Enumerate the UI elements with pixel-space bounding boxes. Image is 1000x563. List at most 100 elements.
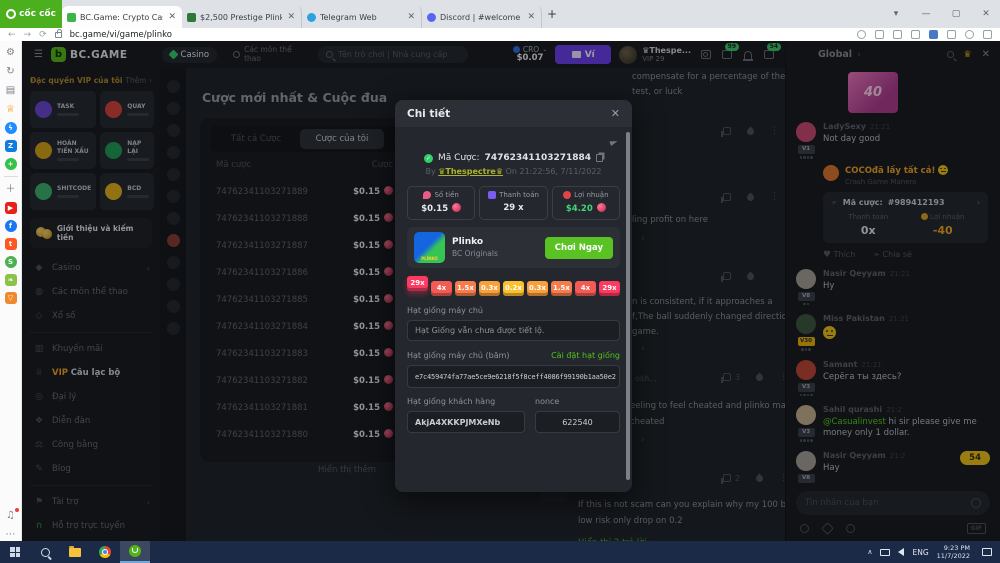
currency-selector[interactable]: CRO ⌄ $0.07 [512,45,547,64]
reading-list-icon[interactable]: ▤ [4,84,17,97]
attach-icon[interactable] [846,523,855,533]
chevron-right-icon[interactable]: › [857,50,861,60]
extension-icon[interactable] [929,30,938,39]
tab-close-icon[interactable]: ✕ [167,12,177,22]
chat-channel-label[interactable]: Global [818,49,852,60]
bcgame-logo[interactable]: b BC.GAME [50,47,128,62]
profile-icon[interactable] [965,30,974,39]
category-icon[interactable] [166,322,180,335]
message-author[interactable]: Miss Pakistan [823,314,885,323]
start-button[interactable] [0,541,30,563]
category-icon[interactable] [166,256,180,269]
chat-message-input[interactable] [805,498,971,508]
like-icon[interactable] [721,272,731,282]
vip-card-task[interactable]: TASK [30,91,97,128]
new-tab-button[interactable]: + [542,7,562,21]
game-search[interactable] [318,46,469,63]
notifications-button[interactable] [741,48,754,61]
like-icon[interactable] [721,474,731,484]
avatar[interactable] [796,405,816,425]
server-seed-field[interactable]: Hạt Giống vẫn chưa được tiết lộ. [407,320,620,341]
url-text[interactable]: bc.game/vi/game/plinko [70,30,172,40]
vault-button[interactable] [699,48,712,61]
network-icon[interactable] [880,548,891,556]
hashed-seed-field[interactable]: e7c459474fa77ae5ce9e6218f5f8ceff4086f991… [407,365,620,388]
volume-icon[interactable] [898,548,905,556]
reply-arrow[interactable]: › [641,435,645,445]
sidebar-item-lottery[interactable]: ◇ Xổ số [30,304,152,328]
like-icon[interactable] [721,373,731,383]
reload-icon[interactable]: ⟳ [39,30,47,40]
leaf-app-icon[interactable]: ❧ [4,274,17,286]
show-more-link[interactable]: Hiển thị thêm [318,465,376,475]
emoji-picker-icon[interactable] [971,498,981,508]
nav-sports[interactable]: Các môn thể thao [225,43,310,66]
category-icon[interactable] [166,124,180,137]
chrome-icon[interactable] [90,541,120,563]
avatar[interactable] [796,122,816,142]
history-icon[interactable]: ↻ [4,65,17,78]
plinko-thumbnail[interactable] [414,232,445,263]
category-icon[interactable] [166,278,180,291]
file-explorer-icon[interactable] [60,541,90,563]
unread-count-pill[interactable]: 54 [960,450,990,465]
cart-icon[interactable]: ▽ [4,292,17,304]
shield-icon[interactable] [911,30,920,39]
kebab-menu-icon[interactable]: ⋮ [770,192,779,202]
kebab-menu-icon[interactable]: ⋮ [779,372,785,382]
copy-icon[interactable] [596,154,604,162]
tab-telegram[interactable]: Telegram Web ✕ [302,6,422,28]
sidebar-item-sports[interactable]: ◍ Các môn thể thao [30,280,152,304]
chat-search-icon[interactable] [946,51,954,58]
add-shortcut-icon[interactable]: ＋ [4,183,17,196]
message-author[interactable]: Nasir Qeyyam [823,269,886,278]
sidebar-item-forum[interactable]: ❖ Diễn đàn [30,409,152,433]
bookmark-star-icon[interactable] [893,30,902,39]
tab-my-bets[interactable]: Cược của tôi [300,129,384,149]
message-author[interactable]: LadySexy [823,122,866,131]
tiki-icon[interactable]: t [4,238,17,250]
save-icon[interactable] [857,30,866,39]
sidebar-item-fairness[interactable]: ⚖ Công bằng [30,433,152,457]
avatar[interactable] [796,314,816,334]
forward-icon[interactable]: → [24,30,32,40]
more-icon[interactable]: ⋯ [4,528,17,541]
search-input[interactable] [338,50,461,59]
category-icon[interactable] [166,300,180,313]
tray-expand-icon[interactable]: ∧ [867,548,872,556]
maximize-button[interactable]: ▢ [942,9,970,19]
sidebar-item-vip-club[interactable]: ♕ VIP Câu lạc bộ [30,361,152,385]
like-action[interactable]: ♥ Thích [823,250,855,260]
message-author[interactable]: Sahil qurashi [823,405,882,414]
language-indicator[interactable]: ENG [912,548,928,557]
chat-close-icon[interactable]: ✕ [982,49,990,60]
like-icon[interactable] [721,193,731,203]
chat-toggle-button[interactable]: 54 [762,43,781,61]
hamburger-menu-icon[interactable]: ☰ [34,49,43,60]
action-center-icon[interactable] [982,548,992,556]
like-icon[interactable] [721,127,731,137]
wallet-button[interactable]: Ví [555,45,612,64]
nav-casino[interactable]: Casino [161,46,218,63]
sidebar-item-affiliate[interactable]: ◎ Đại lý [30,385,152,409]
tab-close-icon[interactable]: ✕ [526,12,536,22]
vip-card-rakeback[interactable]: HOÀN TIỀN XẤU [30,132,97,169]
facebook-icon[interactable]: f [4,220,17,232]
taskbar-clock[interactable]: 9:23 PM 11/7/2022 [937,544,970,561]
settings-gear-icon[interactable]: ⚙ [4,46,17,59]
puzzle-icon[interactable] [947,30,956,39]
coccoc-brand[interactable]: cốc cốc [0,0,62,28]
reply-arrow[interactable]: › [641,344,645,354]
tab-plinko-challenge[interactable]: $2,500 Prestige Plinko Challe ✕ [182,6,302,28]
message-author[interactable]: Nasir Qeyyam [823,451,886,460]
seed-settings-link[interactable]: Cài đặt hạt giống [551,351,620,360]
trophy-icon[interactable]: ♛ [964,50,972,60]
message-author[interactable]: Samant [823,360,857,369]
tab-search-icon[interactable]: ▾ [882,9,910,19]
download-icon[interactable] [983,30,992,39]
dislike-icon[interactable] [745,271,756,281]
user-profile[interactable]: ♛Thespe... VIP 29 [619,45,691,64]
gif-icon[interactable]: GIF [966,522,986,534]
minimize-button[interactable]: — [912,9,940,19]
client-seed-field[interactable]: AkjA4XKKPJMXeNb [407,411,525,433]
